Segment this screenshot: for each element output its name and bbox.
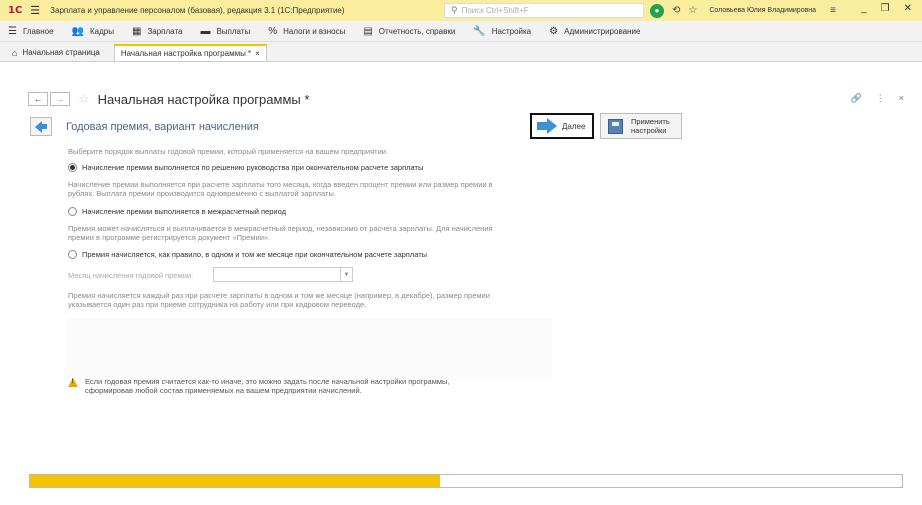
search-icon: ⚲ bbox=[451, 5, 458, 15]
search-box[interactable]: ⚲ Поиск Ctrl+Shift+F bbox=[444, 3, 644, 18]
warning-icon bbox=[68, 378, 78, 387]
search-placeholder: Поиск Ctrl+Shift+F bbox=[461, 6, 529, 15]
back-arrow-shaft bbox=[42, 124, 47, 129]
window-controls: _ ❐ ✕ bbox=[861, 3, 912, 14]
option1-description: Начисление премии выполняется при расчет… bbox=[68, 180, 493, 198]
sections-menu: ☰ Главное 👥 Кадры ▦ Зарплата ▬ Выплаты %… bbox=[0, 21, 922, 42]
warning-note: Если годовая премия считается как-то ина… bbox=[68, 377, 450, 395]
menu-lines-icon: ☰ bbox=[8, 25, 17, 37]
desc-line: рублях. Выплата премии производится одно… bbox=[68, 189, 336, 198]
apply-label: Применить настройки bbox=[631, 117, 670, 135]
back-arrow-icon bbox=[35, 120, 42, 133]
menu-item-admin[interactable]: ⚙ Администрирование bbox=[549, 26, 640, 37]
radio-option-management[interactable]: Начисление премии выполняется по решению… bbox=[68, 163, 423, 172]
apply-label-line1: Применить bbox=[631, 117, 670, 126]
1c-logo: 1C bbox=[8, 5, 23, 16]
settings-lines-icon[interactable]: ≡ bbox=[830, 5, 836, 16]
next-arrow-icon bbox=[537, 118, 557, 134]
apply-settings-button[interactable]: Применить настройки bbox=[600, 113, 682, 139]
next-button[interactable]: Далее bbox=[530, 113, 594, 139]
menu-label: Главное bbox=[22, 26, 54, 36]
menu-label: Администрирование bbox=[564, 26, 641, 36]
progress-fill bbox=[30, 475, 440, 487]
menu-label: Кадры bbox=[90, 26, 114, 36]
back-step-button[interactable] bbox=[30, 117, 52, 136]
form-header-actions: 🔗 ⋮ × bbox=[851, 93, 904, 104]
step-title: Годовая премия, вариант начисления bbox=[66, 121, 259, 133]
home-icon: ⌂ bbox=[12, 47, 18, 58]
menu-item-salary[interactable]: ▦ Зарплата bbox=[132, 26, 182, 37]
favorites-star-icon[interactable]: ☆ bbox=[688, 5, 697, 16]
menu-item-payments[interactable]: ▬ Выплаты bbox=[200, 26, 250, 37]
menu-item-reports[interactable]: ▤ Отчетность, справки bbox=[363, 26, 455, 37]
menu-label: Настройка bbox=[491, 26, 532, 36]
tab-label: Начальная страница bbox=[22, 48, 100, 57]
empty-panel bbox=[66, 318, 552, 380]
history-icon[interactable]: ⟲ bbox=[672, 5, 680, 16]
menu-item-hr[interactable]: 👥 Кадры bbox=[72, 26, 114, 37]
form-title: Начальная настройка программы * bbox=[97, 91, 310, 107]
radio-label: Начисление премии выполняется по решению… bbox=[82, 163, 424, 172]
user-name[interactable]: Соловьева Юлия Владимировна bbox=[709, 7, 816, 14]
radio-label: Премия начисляется, как правило, в одном… bbox=[82, 250, 428, 259]
radio-label: Начисление премии выполняется в межрасче… bbox=[82, 207, 286, 216]
warning-text: Если годовая премия считается как-то ина… bbox=[85, 377, 450, 395]
next-label: Далее bbox=[562, 121, 586, 131]
setup-progress-bar bbox=[29, 474, 903, 488]
report-icon: ▤ bbox=[363, 25, 373, 37]
warn-line: Если годовая премия считается как-то ина… bbox=[85, 377, 450, 386]
desc-line: указывается один раз при приеме сотрудни… bbox=[68, 300, 367, 309]
minimize-icon[interactable]: _ bbox=[861, 3, 867, 14]
menu-label: Отчетность, справки bbox=[378, 26, 456, 36]
money-icon: ▬ bbox=[200, 25, 211, 37]
desc-line: Премия может начисляться и выплачивается… bbox=[68, 224, 493, 233]
desc-line: Начисление премии выполняется при расчет… bbox=[68, 180, 493, 189]
radio-unselected[interactable] bbox=[68, 250, 77, 259]
notification-bell-icon[interactable]: ● bbox=[650, 3, 664, 18]
main-menu-icon[interactable]: ☰ bbox=[30, 4, 40, 17]
option2-description: Премия может начисляться и выплачивается… bbox=[68, 224, 493, 242]
tab-initial-setup[interactable]: Начальная настройка программы * × bbox=[113, 44, 267, 61]
menu-label: Выплаты bbox=[216, 26, 251, 36]
save-disk-icon bbox=[608, 118, 623, 134]
desc-line: премии в программе регистрируется докуме… bbox=[68, 233, 271, 242]
radio-option-same-month[interactable]: Премия начисляется, как правило, в одном… bbox=[68, 250, 427, 259]
intro-text: Выберите порядок выплаты годовой премии,… bbox=[68, 147, 389, 156]
menu-item-settings[interactable]: 🔧 Настройка bbox=[473, 26, 531, 37]
close-tab-icon[interactable]: × bbox=[255, 49, 260, 58]
tab-label: Начальная настройка программы * bbox=[120, 49, 252, 58]
open-tabs-bar: ⌂ Начальная страница Начальная настройка… bbox=[0, 42, 922, 62]
wrench-icon: 🔧 bbox=[473, 25, 486, 37]
app-title: Зарплата и управление персоналом (базова… bbox=[50, 6, 345, 15]
calculator-icon: ▦ bbox=[131, 25, 142, 37]
titlebar-tools: ● ⟲ ☆ Соловьева Юлия Владимировна ≡ bbox=[650, 2, 836, 19]
warn-line: сформировав любой состав применяемых на … bbox=[85, 386, 362, 395]
desc-line: Премия начисляется каждый раз при расчет… bbox=[68, 291, 490, 300]
close-form-icon[interactable]: × bbox=[899, 93, 904, 104]
option3-description: Премия начисляется каждый раз при расчет… bbox=[68, 291, 490, 309]
form-header: ← → ☆ Начальная настройка программы * bbox=[28, 91, 309, 107]
month-select[interactable]: ▼ bbox=[213, 267, 353, 282]
forward-nav-button[interactable]: → bbox=[50, 92, 70, 106]
tab-home[interactable]: ⌂ Начальная страница bbox=[6, 44, 106, 61]
radio-selected[interactable] bbox=[68, 163, 77, 172]
radio-unselected[interactable] bbox=[68, 207, 77, 216]
radio-option-interperiod[interactable]: Начисление премии выполняется в межрасче… bbox=[68, 207, 286, 216]
restore-icon[interactable]: ❐ bbox=[881, 3, 890, 14]
close-window-icon[interactable]: ✕ bbox=[904, 3, 912, 14]
more-menu-icon[interactable]: ⋮ bbox=[876, 93, 885, 104]
apply-label-line2: настройки bbox=[631, 126, 667, 135]
link-icon[interactable]: 🔗 bbox=[851, 93, 862, 104]
gear-icon: ⚙ bbox=[549, 25, 559, 37]
menu-item-taxes[interactable]: % Налоги и взносы bbox=[268, 26, 345, 37]
people-icon: 👥 bbox=[71, 25, 84, 37]
favorite-star-icon[interactable]: ☆ bbox=[78, 91, 90, 107]
percent-icon: % bbox=[268, 25, 278, 37]
menu-label: Налоги и взносы bbox=[283, 26, 346, 36]
menu-label: Зарплата bbox=[147, 26, 183, 36]
dropdown-arrow-icon[interactable]: ▼ bbox=[340, 268, 352, 281]
menu-item-main[interactable]: ☰ Главное bbox=[8, 26, 54, 37]
month-field-label: Месяц начисления годовой премии: bbox=[68, 271, 194, 280]
back-nav-button[interactable]: ← bbox=[28, 92, 48, 106]
